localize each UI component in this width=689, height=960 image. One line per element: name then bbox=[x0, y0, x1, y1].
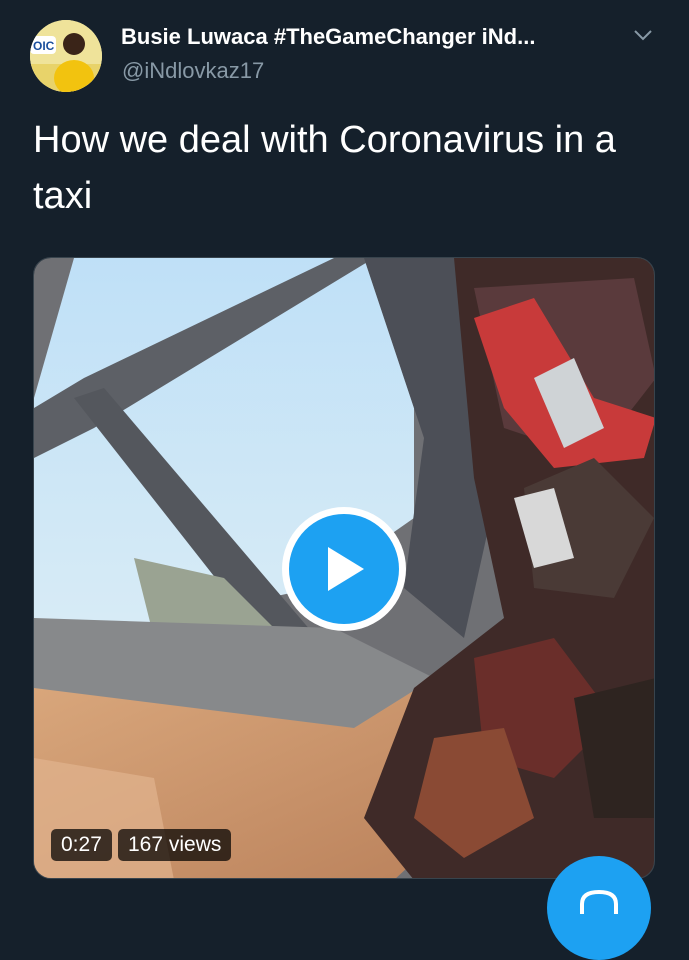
chevron-down-icon bbox=[634, 30, 652, 41]
play-icon bbox=[328, 547, 364, 591]
compose-button[interactable] bbox=[547, 856, 651, 960]
tweet-text: How we deal with Coronavirus in a taxi bbox=[33, 119, 616, 217]
video-views-badge: 167 views bbox=[118, 829, 232, 861]
play-button[interactable] bbox=[282, 507, 406, 631]
avatar-image: OIC bbox=[30, 20, 102, 92]
user-handle[interactable]: @iNdlovkaz17 bbox=[122, 58, 264, 84]
svg-text:OIC: OIC bbox=[33, 39, 55, 53]
display-name[interactable]: Busie Luwaca #TheGameChanger iNd... bbox=[121, 24, 601, 50]
compose-icon bbox=[580, 889, 618, 914]
tweet-menu-button[interactable] bbox=[626, 22, 660, 48]
video-duration-badge: 0:27 bbox=[51, 829, 112, 861]
avatar[interactable]: OIC bbox=[30, 20, 102, 92]
video-player[interactable]: 0:27 167 views bbox=[33, 257, 655, 879]
play-circle bbox=[289, 514, 399, 624]
